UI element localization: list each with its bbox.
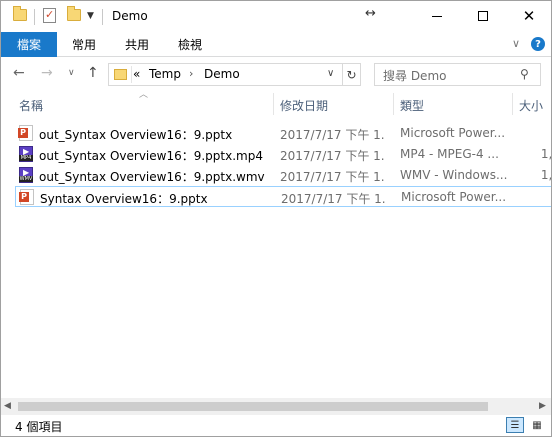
navigation-bar: ← → ∨ ↑ « Temp › Demo ∨ ↻ 搜尋 Demo ⚲ (1, 58, 551, 92)
file-date: 2017/7/17 下午 1... (281, 192, 386, 206)
file-type: Microsoft Power... (400, 126, 506, 140)
file-name: out_Syntax Overview16：9.pptx.mp4 (39, 149, 263, 163)
file-row[interactable]: out_Syntax Overview16：9.pptx.mp4 2017/7/… (15, 144, 551, 165)
item-count: 4 個項目 (15, 420, 63, 434)
title-bar: ▼ Demo ↔ ✕ (1, 1, 551, 32)
tab-view[interactable]: 檢視 (178, 32, 202, 57)
address-divider (131, 66, 132, 83)
recent-locations-icon[interactable]: ∨ (68, 68, 75, 78)
sort-ascending-icon: ︿ (139, 90, 149, 100)
column-divider[interactable] (273, 93, 274, 115)
file-size: 1,1 (540, 168, 551, 182)
path-overflow[interactable]: « (133, 67, 140, 81)
tab-share[interactable]: 共用 (125, 32, 149, 57)
column-divider[interactable] (512, 93, 513, 115)
ribbon-tabs: 檔案 常用 共用 檢視 ∨ ? (1, 32, 551, 57)
scroll-left-icon[interactable]: ◀ (4, 401, 11, 411)
maximize-button[interactable] (460, 1, 506, 31)
resize-cursor-icon: ↔ (365, 6, 376, 21)
column-date[interactable]: 修改日期 (280, 97, 328, 114)
details-view-icon[interactable]: ☰ (506, 417, 524, 433)
file-name: Syntax Overview16：9.pptx (40, 192, 208, 206)
chevron-down-icon[interactable]: ∨ (327, 68, 334, 79)
address-bar[interactable]: « Temp › Demo ∨ (108, 63, 343, 86)
column-size[interactable]: 大小 (519, 97, 543, 114)
pptx-file-icon (18, 125, 33, 141)
pptx-file-icon (19, 189, 34, 205)
up-arrow-icon[interactable]: ↑ (87, 65, 99, 81)
file-size: 1,1 (540, 147, 551, 161)
forward-arrow-icon[interactable]: → (41, 65, 53, 81)
file-name: out_Syntax Overview16：9.pptx (39, 128, 233, 142)
breadcrumb-temp[interactable]: Temp (149, 67, 181, 81)
file-row-selected[interactable]: Syntax Overview16：9.pptx 2017/7/17 下午 1.… (15, 186, 551, 207)
file-type: WMV - Windows... (400, 168, 508, 182)
quick-access-divider (34, 9, 35, 25)
column-headers: ︿ 名稱 修改日期 類型 大小 (1, 90, 551, 115)
window-title: Demo (112, 9, 148, 23)
file-list: out_Syntax Overview16：9.pptx 2017/7/17 下… (1, 121, 551, 401)
new-folder-icon[interactable] (67, 6, 81, 21)
tab-home[interactable]: 常用 (72, 32, 96, 57)
file-date: 2017/7/17 下午 1... (280, 128, 385, 142)
status-bar: 4 個項目 ☰ ▦ (1, 415, 551, 436)
file-row[interactable]: out_Syntax Overview16：9.pptx.wmv 2017/7/… (15, 165, 551, 186)
refresh-button[interactable]: ↻ (343, 63, 361, 86)
file-date: 2017/7/17 下午 1... (280, 149, 385, 163)
search-input[interactable]: 搜尋 Demo (383, 67, 446, 84)
mp4-file-icon (19, 146, 33, 162)
customize-toolbar-icon[interactable]: ▼ (87, 11, 94, 21)
search-box[interactable]: 搜尋 Demo ⚲ (374, 63, 541, 86)
file-date: 2017/7/17 下午 1... (280, 170, 385, 184)
explorer-window: ▼ Demo ↔ ✕ 檔案 常用 共用 檢視 ∨ ? ← → ∨ ↑ « Tem… (0, 0, 552, 437)
large-icons-view-icon[interactable]: ▦ (528, 417, 546, 433)
column-divider[interactable] (393, 93, 394, 115)
file-name: out_Syntax Overview16：9.pptx.wmv (39, 170, 265, 184)
properties-icon[interactable] (43, 8, 56, 23)
wmv-file-icon (19, 167, 33, 183)
folder-icon (114, 69, 127, 80)
tab-file[interactable]: 檔案 (1, 32, 57, 57)
breadcrumb-demo[interactable]: Demo (204, 67, 240, 81)
expand-ribbon-icon[interactable]: ∨ (512, 37, 520, 50)
minimize-button[interactable] (414, 1, 460, 31)
file-type: MP4 - MPEG-4 ... (400, 147, 499, 161)
close-button[interactable]: ✕ (506, 1, 551, 31)
file-size: 7 (520, 126, 551, 140)
column-type[interactable]: 類型 (400, 97, 424, 114)
file-type: Microsoft Power... (401, 190, 507, 204)
chevron-right-icon[interactable]: › (189, 67, 193, 80)
title-divider (102, 9, 103, 25)
scrollbar-thumb[interactable] (18, 402, 488, 411)
scroll-right-icon[interactable]: ▶ (539, 401, 546, 411)
help-icon[interactable]: ? (531, 37, 545, 51)
search-icon[interactable]: ⚲ (520, 67, 529, 81)
folder-icon (13, 6, 27, 21)
horizontal-scrollbar[interactable]: ◀ ▶ (1, 398, 551, 415)
column-name[interactable]: 名稱 (19, 97, 43, 114)
back-arrow-icon[interactable]: ← (13, 65, 25, 81)
file-row[interactable]: out_Syntax Overview16：9.pptx 2017/7/17 下… (15, 123, 551, 144)
